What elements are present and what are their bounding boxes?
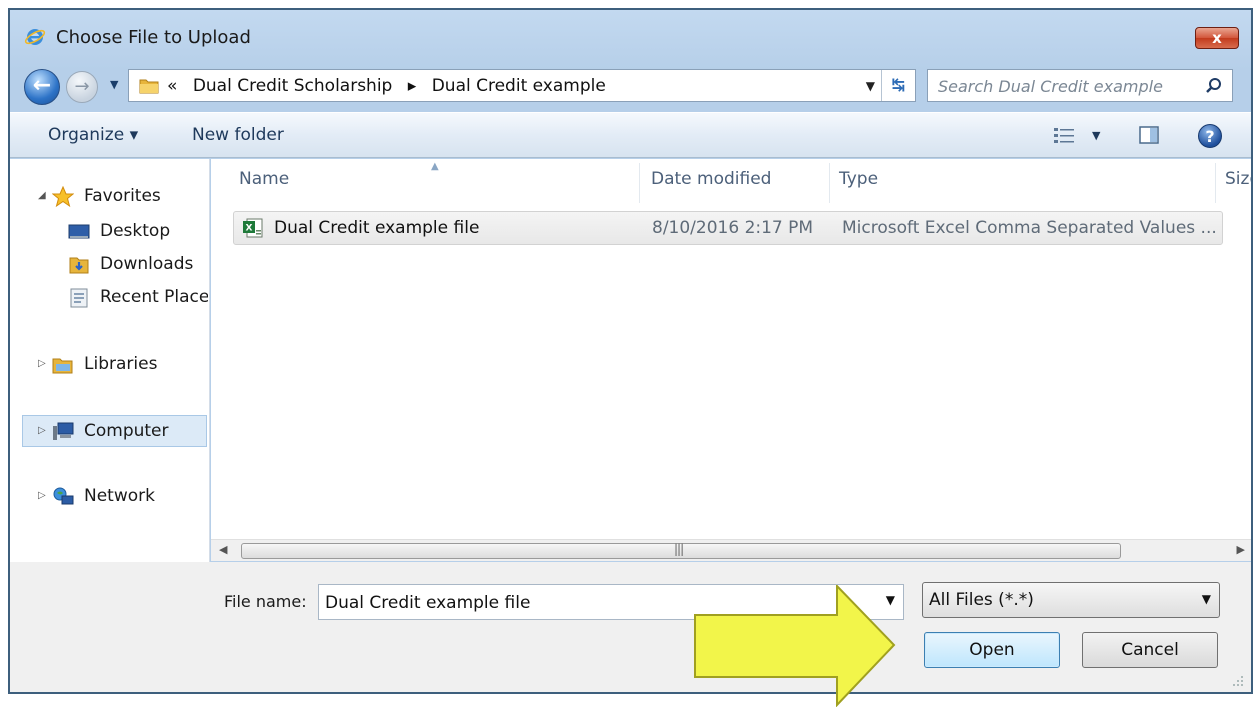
expanded-triangle-icon[interactable]: ◢ <box>38 190 46 201</box>
annotation-arrow-icon <box>694 585 896 707</box>
help-icon[interactable]: ? <box>1198 124 1222 148</box>
breadcrumb-dual-credit-example[interactable]: Dual Credit example <box>432 76 606 96</box>
column-divider[interactable] <box>1215 163 1216 203</box>
view-dropdown[interactable]: ▼ <box>1092 125 1100 147</box>
address-bar[interactable]: « Dual Credit Scholarship ▸ Dual Credit … <box>128 69 916 102</box>
sidebar-item-label: Computer <box>84 421 169 441</box>
close-button[interactable]: x <box>1195 27 1239 49</box>
resize-grip-icon[interactable] <box>1231 674 1245 688</box>
column-divider[interactable] <box>639 163 640 203</box>
file-date-modified: 8/10/2016 2:17 PM <box>652 218 814 238</box>
table-row[interactable]: X Dual Credit example file 8/10/2016 2:1… <box>233 211 1223 245</box>
preview-pane-icon[interactable] <box>1138 124 1160 146</box>
file-name: Dual Credit example file <box>274 218 480 238</box>
grip-icon: ||| <box>674 542 684 556</box>
address-dropdown[interactable]: ▼ <box>866 74 875 98</box>
column-header-size[interactable]: Size <box>1225 169 1251 189</box>
sidebar-item-recent-places[interactable]: Recent Places <box>10 282 208 314</box>
excel-csv-icon: X <box>243 218 263 238</box>
breadcrumb-overflow[interactable]: « <box>167 76 177 96</box>
sidebar-item-libraries[interactable]: ▷ Libraries <box>10 349 208 381</box>
network-icon <box>53 487 74 505</box>
forward-arrow-icon: → <box>74 76 90 97</box>
search-input[interactable] <box>938 75 1188 97</box>
chevron-down-icon: ▼ <box>1201 592 1211 606</box>
sidebar-item-label: Libraries <box>84 354 158 374</box>
sidebar-item-label: Favorites <box>84 186 161 206</box>
folder-icon <box>139 79 159 94</box>
back-arrow-icon: ← <box>32 73 52 98</box>
refresh-icon: ↹ <box>891 75 906 94</box>
file-upload-dialog: Choose File to Upload x ← → ▼ « Dual Cre… <box>8 8 1253 694</box>
sidebar-item-network[interactable]: ▷ Network <box>10 481 208 513</box>
scroll-right-icon[interactable]: ▶ <box>1237 543 1245 556</box>
downloads-folder-icon <box>69 257 89 274</box>
sidebar-item-label: Downloads <box>100 254 194 274</box>
collapsed-triangle-icon[interactable]: ▷ <box>38 425 46 436</box>
sort-ascending-icon: ▲ <box>431 161 439 172</box>
sidebar-item-desktop[interactable]: Desktop <box>10 216 208 248</box>
column-header-date-modified[interactable]: Date modified <box>651 169 771 189</box>
column-header-type[interactable]: Type <box>839 169 878 189</box>
file-type-select[interactable]: All Files (*.*) ▼ <box>922 582 1220 618</box>
svg-text:X: X <box>246 224 253 234</box>
horizontal-scrollbar[interactable]: ◀ ||| ▶ <box>211 539 1251 561</box>
internet-explorer-icon <box>24 29 46 45</box>
desktop-icon <box>68 224 90 239</box>
window-title: Choose File to Upload <box>56 27 251 48</box>
change-view-icon[interactable] <box>1052 125 1078 145</box>
sidebar-item-downloads[interactable]: Downloads <box>10 249 208 281</box>
file-list: ▲ Name Date modified Type Size X Dual Cr… <box>211 159 1251 539</box>
column-header-name[interactable]: Name <box>239 169 289 189</box>
sidebar-item-favorites[interactable]: ◢ Favorites <box>10 181 208 213</box>
libraries-icon <box>52 358 73 374</box>
collapsed-triangle-icon[interactable]: ▷ <box>38 490 46 501</box>
forward-button[interactable]: → <box>66 71 98 103</box>
sidebar-item-label: Recent Places <box>100 287 208 307</box>
star-icon <box>52 186 74 208</box>
file-name-label: File name: <box>224 592 307 611</box>
breadcrumb-separator-icon[interactable]: ▸ <box>408 76 417 96</box>
new-folder-button[interactable]: New folder <box>192 125 284 145</box>
back-button[interactable]: ← <box>24 69 60 105</box>
command-toolbar: Organize ▾ New folder ▼ ? <box>10 112 1251 158</box>
recent-places-icon <box>70 288 88 308</box>
refresh-button[interactable]: ↹ <box>881 70 915 101</box>
cancel-button[interactable]: Cancel <box>1082 632 1218 668</box>
sidebar-item-computer[interactable]: ▷ Computer <box>22 415 207 447</box>
organize-button[interactable]: Organize ▾ <box>48 125 138 145</box>
collapsed-triangle-icon[interactable]: ▷ <box>38 358 46 369</box>
scroll-left-icon[interactable]: ◀ <box>219 543 227 556</box>
chevron-down-icon: ▼ <box>110 78 119 91</box>
scrollbar-thumb[interactable]: ||| <box>241 542 1121 559</box>
search-icon[interactable] <box>1204 76 1224 96</box>
recent-pages-dropdown[interactable]: ▼ <box>110 78 122 94</box>
chevron-down-icon: ▼ <box>865 79 875 93</box>
file-type: Microsoft Excel Comma Separated Values .… <box>842 218 1217 238</box>
search-box[interactable] <box>927 69 1233 102</box>
sidebar-item-label: Network <box>84 486 155 506</box>
sidebar-item-label: Desktop <box>100 221 171 241</box>
breadcrumb-dual-credit-scholarship[interactable]: Dual Credit Scholarship <box>193 76 393 96</box>
close-icon: x <box>1212 29 1222 47</box>
open-button[interactable]: Open <box>924 632 1060 668</box>
navigation-pane: ◢ Favorites Desktop Downloads Recent Pla… <box>10 159 210 562</box>
breadcrumb: « Dual Credit Scholarship ▸ Dual Credit … <box>167 76 616 96</box>
column-divider[interactable] <box>829 163 830 203</box>
dialog-footer: File name: ▼ All Files (*.*) ▼ Open Canc… <box>10 562 1251 692</box>
computer-icon <box>53 422 74 440</box>
navigation-bar: ← → ▼ « Dual Credit Scholarship ▸ Dual C… <box>10 66 1251 110</box>
title-bar[interactable]: Choose File to Upload x <box>10 10 1251 66</box>
chevron-down-icon: ▼ <box>1092 129 1101 142</box>
file-type-value: All Files (*.*) <box>929 590 1034 610</box>
